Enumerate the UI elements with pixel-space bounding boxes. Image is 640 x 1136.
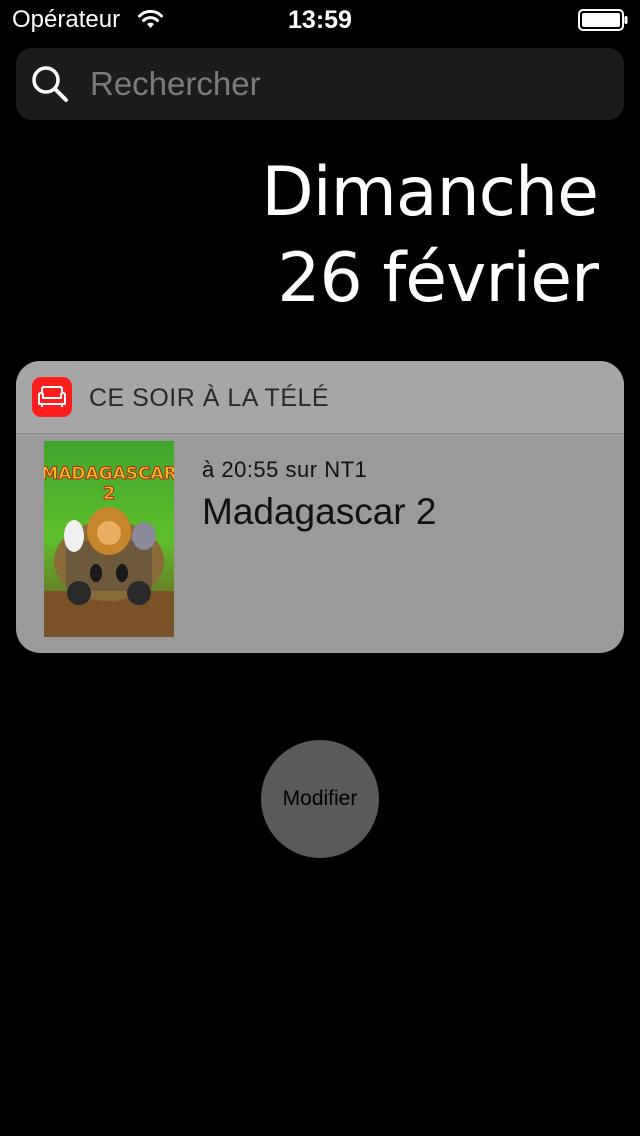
date-display: Dimanche 26 février: [261, 150, 599, 322]
battery-full-icon: [578, 9, 628, 31]
widget-header[interactable]: CE SOIR À LA TÉLÉ: [16, 361, 624, 434]
edit-button[interactable]: Modifier: [261, 740, 379, 858]
search-icon: [32, 66, 68, 102]
notification-center-screen: Opérateur 13:59 Rechercher Dimanche 26 f…: [0, 0, 640, 1136]
tv-tonight-widget[interactable]: CE SOIR À LA TÉLÉ MADAGASCAR 2 à 20:55 s…: [16, 361, 624, 653]
date-day-month: 26 février: [277, 239, 599, 318]
poster-number: 2: [103, 483, 116, 504]
date-weekday: Dimanche: [261, 153, 599, 232]
poster-title: MADAGASCAR: [44, 464, 174, 484]
program-time-channel: à 20:55 sur NT1: [202, 457, 368, 482]
program-title[interactable]: Madagascar 2: [202, 489, 436, 535]
search-placeholder[interactable]: Rechercher: [90, 64, 261, 104]
sofa-icon: [32, 377, 72, 417]
status-time: 13:59: [288, 6, 352, 34]
status-bar: Opérateur 13:59: [0, 0, 640, 40]
movie-poster[interactable]: MADAGASCAR 2: [44, 441, 174, 637]
widget-title: CE SOIR À LA TÉLÉ: [89, 384, 330, 412]
edit-button-label: Modifier: [282, 787, 358, 810]
